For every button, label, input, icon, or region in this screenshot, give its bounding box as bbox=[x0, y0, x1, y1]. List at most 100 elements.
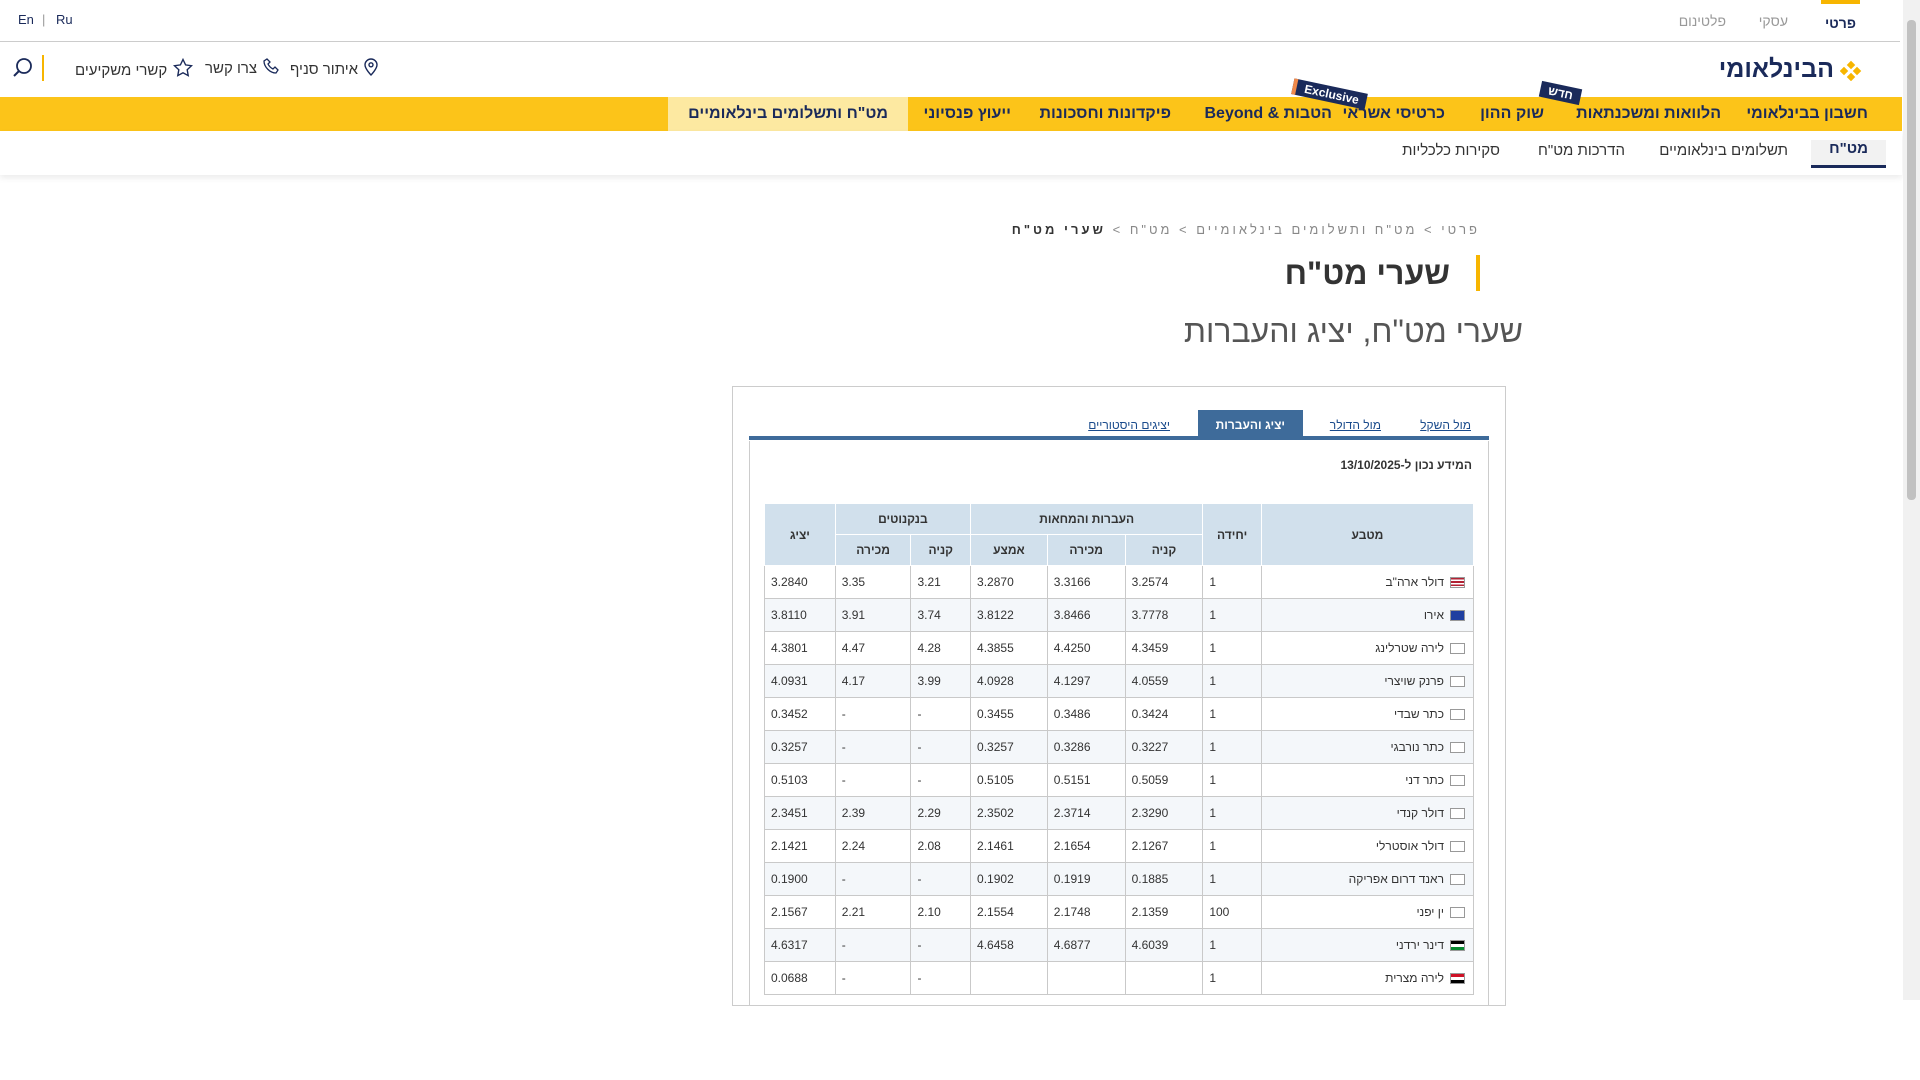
table-row: ין יפני 100 2.1359 2.1748 2.1554 2.10 2.21 2.15… bbox=[764, 895, 1475, 929]
currency-cell: דולר קנדי bbox=[1260, 796, 1475, 830]
currency-name: ין יפני bbox=[1416, 905, 1444, 919]
nav-fx-international[interactable]: מט"ח ותשלומים בינלאומיים bbox=[668, 97, 908, 131]
banknote-sell-cell: - bbox=[834, 862, 912, 896]
transfer-buy-cell: 2.1359 bbox=[1124, 895, 1204, 929]
page-scrollbar[interactable] bbox=[1903, 0, 1920, 1000]
header: הבינלאומי איתור סניף צרו קשר קשרי משקיעי… bbox=[0, 43, 1900, 96]
official-rate-cell: 0.1900 bbox=[764, 862, 836, 896]
breadcrumb-fx-intl[interactable]: מט"ח ותשלומים בינלאומיים bbox=[1196, 222, 1417, 237]
nav-capital-market[interactable]: שוק ההון bbox=[1480, 97, 1544, 131]
broken-image-icon bbox=[1450, 808, 1465, 820]
currency-cell: לירה מצרית bbox=[1260, 961, 1475, 995]
unit-cell: 1 bbox=[1202, 697, 1262, 731]
banknote-sell-cell: - bbox=[834, 730, 912, 764]
fx-rates-widget: מול השקל מול הדולר יציג והעברות יציגים ה… bbox=[732, 386, 1506, 1006]
find-branch-link[interactable]: איתור סניף bbox=[290, 58, 378, 80]
eu-flag-icon bbox=[1450, 610, 1465, 622]
banknote-buy-cell: 3.21 bbox=[910, 565, 972, 599]
unit-cell: 1 bbox=[1202, 928, 1262, 962]
transfer-buy-cell: 3.7778 bbox=[1124, 598, 1204, 632]
logo[interactable]: הבינלאומי bbox=[1719, 55, 1862, 84]
table-row: ראנד דרום אפריקה 1 0.1885 0.1919 0.1902- -0.1… bbox=[764, 862, 1475, 896]
us-flag-icon bbox=[1450, 577, 1465, 589]
segment-platinum[interactable]: פלטינום bbox=[1679, 0, 1726, 42]
official-rate-cell: 0.5103 bbox=[764, 763, 836, 797]
transfer-mid-cell: 3.8122 bbox=[970, 598, 1048, 632]
header-banknote-buy: קניה bbox=[910, 534, 972, 566]
contact-label: צרו קשר bbox=[205, 59, 258, 77]
subnav-fx-guides[interactable]: הדרכות מט"ח bbox=[1538, 142, 1625, 159]
nav-pension[interactable]: ייעוץ פנסיוני bbox=[923, 97, 1011, 131]
unit-cell: 1 bbox=[1202, 565, 1262, 599]
official-rate-cell: 2.1567 bbox=[764, 895, 836, 929]
broken-image-icon bbox=[1450, 874, 1465, 886]
breadcrumb-private[interactable]: פרטי bbox=[1441, 222, 1480, 237]
tab-vs-dollar[interactable]: מול הדולר bbox=[1312, 410, 1399, 440]
banknote-buy-cell: - bbox=[910, 763, 972, 797]
transfer-sell-cell: 4.4250 bbox=[1046, 631, 1126, 665]
nav-deposits[interactable]: פיקדונות וחסכונות bbox=[1040, 97, 1171, 131]
official-rate-cell: 3.2840 bbox=[764, 565, 836, 599]
rates-table: מטבע יחידה העברות והמחאות בנקנוטים יציג … bbox=[764, 503, 1475, 995]
unit-cell: 1 bbox=[1202, 664, 1262, 698]
transfer-sell-cell: 0.3286 bbox=[1046, 730, 1126, 764]
subnav-economic-reviews[interactable]: סקירות כלכליות bbox=[1402, 142, 1500, 159]
lang-en[interactable]: En bbox=[18, 12, 34, 27]
phone-icon bbox=[263, 58, 279, 78]
scrollbar-thumb[interactable] bbox=[1907, 20, 1916, 500]
transfer-mid-cell: 2.1554 bbox=[970, 895, 1048, 929]
breadcrumb-separator: > bbox=[1424, 222, 1435, 237]
table-row: דולר ארה"ב 1 3.2574 3.3166 3.2870 3.21 3.35 3.2… bbox=[764, 565, 1475, 599]
rates-tabs: מול השקל מול הדולר יציג והעברות יציגים ה… bbox=[749, 410, 1489, 440]
nav-loans[interactable]: הלוואות ומשכנתאות bbox=[1576, 97, 1721, 131]
lang-ru[interactable]: Ru bbox=[56, 12, 73, 27]
transfer-mid-cell: 4.0928 bbox=[970, 664, 1048, 698]
banknote-buy-cell: 3.99 bbox=[910, 664, 972, 698]
transfer-mid-cell: 0.1902 bbox=[970, 862, 1048, 896]
broken-image-icon bbox=[1450, 742, 1465, 754]
subnav-intl-payments[interactable]: תשלומים בינלאומיים bbox=[1659, 142, 1788, 159]
currency-cell: ין יפני bbox=[1260, 895, 1475, 929]
currency-name: אירו bbox=[1423, 608, 1444, 622]
transfer-sell-cell: 4.6877 bbox=[1046, 928, 1126, 962]
segment-private[interactable]: פרטי bbox=[1820, 0, 1860, 42]
tab-vs-shekel[interactable]: מול השקל bbox=[1402, 410, 1489, 440]
banknote-buy-cell: 2.29 bbox=[910, 796, 972, 830]
investor-relations-link[interactable]: קשרי משקיעים bbox=[75, 57, 194, 82]
sub-nav: מט"ח תשלומים בינלאומיים הדרכות מט"ח סקיר… bbox=[0, 131, 1902, 175]
contact-link[interactable]: צרו קשר bbox=[205, 58, 279, 78]
official-rate-cell: 4.3801 bbox=[764, 631, 836, 665]
currency-name: פרנק שויצרי bbox=[1384, 674, 1444, 688]
rates-panel: המידע נכון ל-13/10/2025 מטבע יחידה העברו… bbox=[749, 441, 1489, 1005]
tab-official-transfers[interactable]: יציג והעברות bbox=[1197, 410, 1303, 440]
currency-name: כתר נורבגי bbox=[1390, 740, 1444, 754]
table-row: דינר ירדני 1 4.6039 4.6877 4.6458- -4.6317 bbox=[764, 928, 1475, 962]
transfer-mid-cell: 0.3257 bbox=[970, 730, 1048, 764]
table-row: כתר דני 1 0.5059 0.5151 0.5105- -0.5103 bbox=[764, 763, 1475, 797]
banknote-sell-cell: 3.35 bbox=[834, 565, 912, 599]
transfer-buy-cell bbox=[1124, 961, 1204, 995]
tab-historical[interactable]: יציגים היסטוריים bbox=[1070, 410, 1188, 440]
subnav-fx[interactable]: מט"ח bbox=[1811, 140, 1886, 168]
transfer-buy-cell: 3.2574 bbox=[1124, 565, 1204, 599]
transfer-sell-cell: 2.1654 bbox=[1046, 829, 1126, 863]
search-icon[interactable] bbox=[12, 57, 34, 84]
currency-cell: ראנד דרום אפריקה bbox=[1260, 862, 1475, 896]
broken-image-icon bbox=[1450, 709, 1465, 721]
lang-separator: | bbox=[42, 12, 46, 27]
transfer-mid-cell: 4.3855 bbox=[970, 631, 1048, 665]
breadcrumb-fx[interactable]: מט"ח bbox=[1130, 222, 1173, 237]
unit-cell: 1 bbox=[1202, 961, 1262, 995]
segment-business[interactable]: עסקי bbox=[1759, 0, 1788, 42]
transfer-buy-cell: 0.5059 bbox=[1124, 763, 1204, 797]
transfer-buy-cell: 4.3459 bbox=[1124, 631, 1204, 665]
location-pin-icon bbox=[364, 58, 378, 80]
nav-account[interactable]: חשבון בבינלאומי bbox=[1746, 97, 1868, 131]
currency-name: דינר ירדני bbox=[1395, 938, 1444, 952]
header-transfer-mid: אמצע bbox=[970, 534, 1048, 566]
nav-benefits-beyond[interactable]: הטבות & Beyond bbox=[1205, 97, 1333, 131]
transfer-mid-cell: 3.2870 bbox=[970, 565, 1048, 599]
table-row: כתר שבדי 1 0.3424 0.3486 0.3455- -0.3452 bbox=[764, 697, 1475, 731]
transfer-mid-cell: 4.6458 bbox=[970, 928, 1048, 962]
official-rate-cell: 2.1421 bbox=[764, 829, 836, 863]
